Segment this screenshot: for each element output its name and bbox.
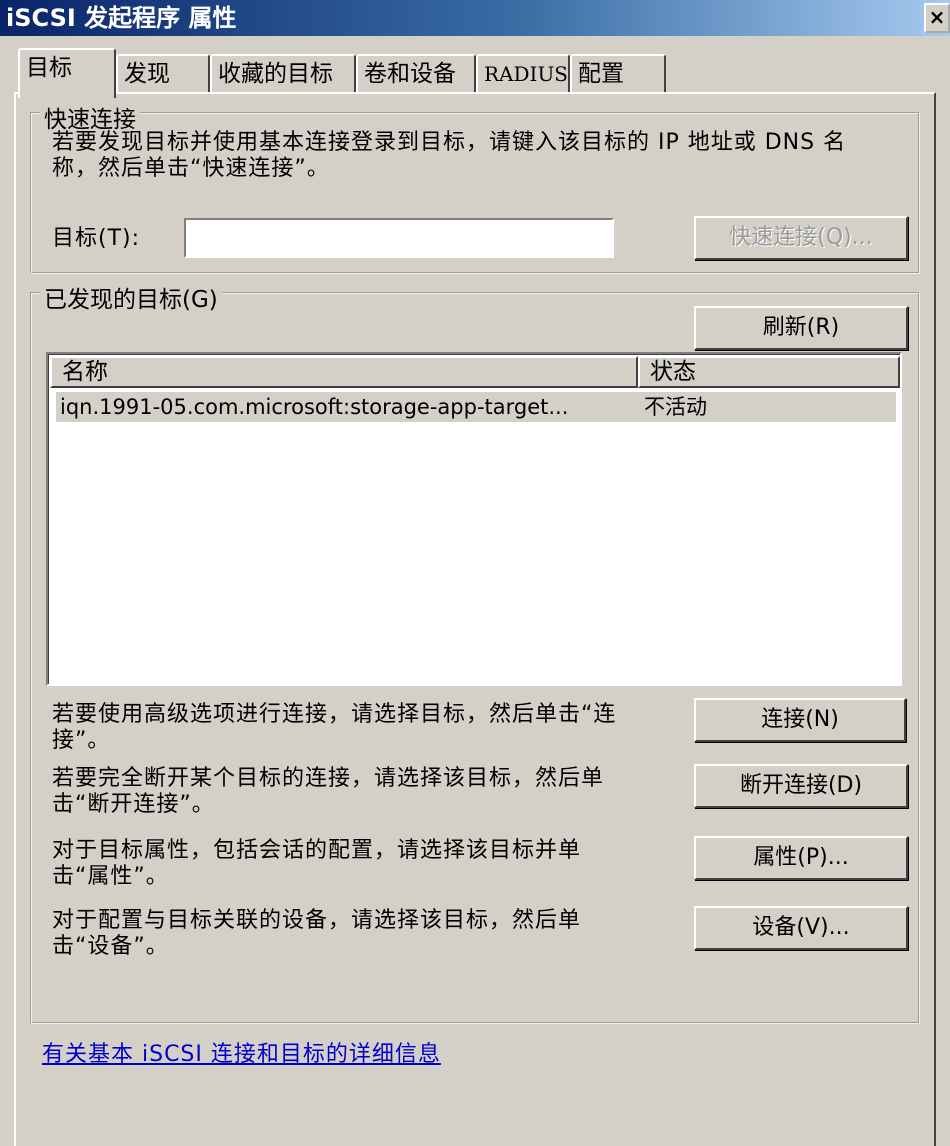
tab-targets[interactable]: 目标 <box>18 48 116 98</box>
target-input[interactable] <box>184 218 614 258</box>
connect-description: 若要使用高级选项进行连接，请选择目标，然后单击“连接”。 <box>52 702 617 753</box>
devices-description: 对于配置与目标关联的设备，请选择该目标，然后单击“设备”。 <box>52 908 582 959</box>
tab-label: 配置 <box>578 61 624 87</box>
tab-radius[interactable]: RADIUS <box>476 54 570 94</box>
target-name-cell: iqn.1991-05.com.microsoft:storage-app-ta… <box>60 395 569 419</box>
column-header-name[interactable]: 名称 <box>50 356 638 388</box>
title-bar: iSCSI 发起程序 属性 <box>0 0 950 36</box>
column-header-status[interactable]: 状态 <box>638 356 900 388</box>
target-status-cell: 不活动 <box>644 395 707 419</box>
quick-connect-button[interactable]: 快速连接(Q)... <box>694 216 908 260</box>
connect-button[interactable]: 连接(N) <box>694 698 906 742</box>
quick-connect-legend: 快速连接 <box>40 100 140 134</box>
properties-button[interactable]: 属性(P)... <box>694 836 908 880</box>
help-link[interactable]: 有关基本 iSCSI 连接和目标的详细信息 <box>42 1036 441 1068</box>
disconnect-button[interactable]: 断开连接(D) <box>694 764 908 808</box>
targets-list[interactable]: 名称 状态 iqn.1991-05.com.microsoft:storage-… <box>46 352 902 686</box>
close-button[interactable]: × <box>924 3 950 33</box>
disconnect-description: 若要完全断开某个目标的连接，请选择该目标，然后单击“断开连接”。 <box>52 766 605 817</box>
tab-label: 目标 <box>26 55 72 81</box>
devices-button[interactable]: 设备(V)... <box>694 906 908 950</box>
target-label: 目标(T): <box>52 226 141 251</box>
quick-connect-description: 若要发现目标并使用基本连接登录到目标，请键入该目标的 IP 地址或 DNS 名称… <box>52 130 847 181</box>
tab-volumes-devices[interactable]: 卷和设备 <box>356 54 476 94</box>
refresh-button[interactable]: 刷新(R) <box>694 306 908 350</box>
properties-description: 对于目标属性，包括会话的配置，请选择该目标并单击“属性”。 <box>52 838 582 889</box>
tab-label: RADIUS <box>484 62 568 86</box>
discovered-targets-legend: 已发现的目标(G) <box>40 280 222 314</box>
window-title: iSCSI 发起程序 属性 <box>6 4 237 32</box>
tab-label: 收藏的目标 <box>218 61 333 87</box>
close-icon: × <box>928 5 946 29</box>
tab-discovery[interactable]: 发现 <box>116 54 210 94</box>
tab-configuration[interactable]: 配置 <box>570 54 666 94</box>
table-row[interactable]: iqn.1991-05.com.microsoft:storage-app-ta… <box>56 392 896 422</box>
tab-label: 卷和设备 <box>364 61 456 87</box>
tab-favorite-targets[interactable]: 收藏的目标 <box>210 54 356 94</box>
tab-label: 发现 <box>124 61 170 87</box>
